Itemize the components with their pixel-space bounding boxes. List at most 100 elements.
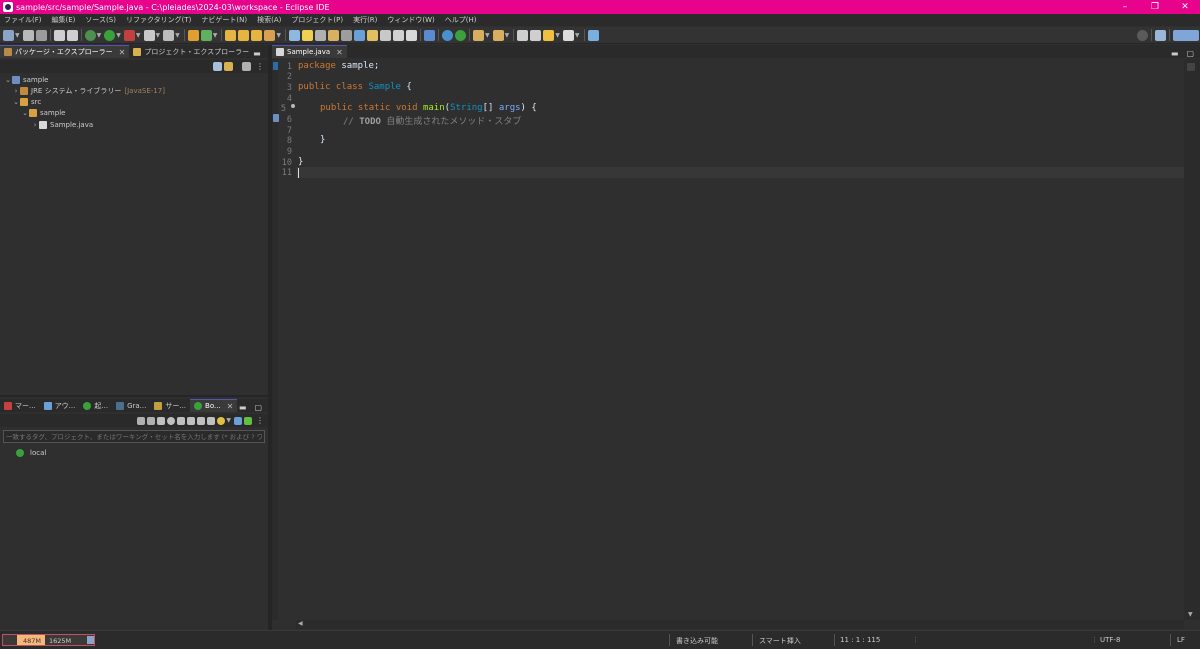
pin-icon[interactable] (393, 29, 404, 41)
last-edit-icon[interactable] (367, 29, 378, 41)
scroll-left-icon[interactable]: ◀ (298, 620, 303, 627)
book-icon[interactable] (406, 29, 417, 41)
menu-window[interactable]: ウィンドウ(W) (383, 15, 440, 25)
redo-icon[interactable] (66, 29, 78, 41)
overview-marker[interactable] (1187, 63, 1195, 71)
vertical-scrollbar[interactable]: ▼ (1184, 59, 1200, 620)
open-type-icon[interactable] (225, 29, 237, 41)
view-menu-icon[interactable]: ⋮ (256, 62, 264, 71)
format-icon[interactable] (380, 29, 391, 41)
open-resource-icon[interactable] (251, 29, 263, 41)
tree-src[interactable]: ⌄ src (12, 97, 41, 107)
forward-icon[interactable] (562, 29, 574, 41)
encoding[interactable]: UTF-8 (1100, 636, 1120, 644)
properties-icon[interactable] (207, 416, 216, 425)
quick-access-icon[interactable] (1137, 29, 1148, 41)
start-icon[interactable] (137, 416, 146, 425)
minimize-view-icon[interactable]: ▬ (1171, 49, 1179, 58)
java-perspective-icon[interactable] (1173, 29, 1199, 41)
close-icon[interactable]: ✕ (119, 48, 126, 57)
tab-project-explorer[interactable]: プロジェクト・エクスプローラー (129, 45, 253, 58)
chevron-down-icon[interactable]: ▼ (136, 32, 141, 39)
tab-launch[interactable]: 起... (79, 399, 112, 412)
maximize-button[interactable]: ❐ (1140, 0, 1170, 14)
next-annotation-icon[interactable] (473, 29, 484, 41)
lightbulb-icon[interactable] (217, 416, 226, 425)
horizontal-scrollbar[interactable]: ◀ (296, 620, 1184, 629)
new-class-icon[interactable] (200, 29, 212, 41)
view-menu-icon[interactable]: ⋮ (256, 416, 264, 425)
chevron-right-icon[interactable]: › (31, 121, 39, 129)
tab-sample-java[interactable]: Sample.java ✕ (272, 45, 347, 58)
pin-editor-icon[interactable] (587, 29, 599, 41)
boot-filter-input[interactable] (3, 430, 265, 443)
open-browser-icon[interactable] (167, 416, 176, 425)
menu-navigate[interactable]: ナビゲート(N) (197, 15, 253, 25)
brush-icon[interactable] (264, 29, 276, 41)
gear-icon[interactable] (442, 29, 453, 41)
link-editor-icon[interactable] (224, 62, 233, 71)
debug-icon[interactable] (84, 29, 96, 41)
menu-edit[interactable]: 編集(E) (48, 15, 82, 25)
tab-boot-dashboard[interactable]: Bo... ✕ (190, 399, 238, 412)
deploy-icon[interactable] (163, 29, 175, 41)
mark-occurrences-icon[interactable] (328, 29, 339, 41)
run-icon[interactable] (104, 29, 116, 41)
menu-file[interactable]: ファイル(F) (0, 15, 48, 25)
chevron-down-icon[interactable]: ▼ (116, 32, 121, 39)
scroll-down-icon[interactable]: ▼ (1188, 611, 1193, 618)
chevron-down-icon[interactable]: ▼ (226, 417, 231, 424)
chevron-down-icon[interactable]: ▼ (505, 32, 510, 39)
collapse-all-icon[interactable] (213, 62, 222, 71)
prev-annotation-icon[interactable] (492, 29, 504, 41)
chevron-down-icon[interactable]: ▼ (575, 32, 580, 39)
chevron-down-icon[interactable]: ▼ (97, 32, 102, 39)
chevron-down-icon[interactable]: ▼ (555, 32, 560, 39)
stop-icon[interactable] (157, 416, 166, 425)
chevron-down-icon[interactable]: ⌄ (4, 76, 12, 84)
highlight-icon[interactable] (302, 29, 313, 41)
open-task-icon[interactable] (238, 29, 250, 41)
chevron-down-icon[interactable]: ⌄ (12, 98, 20, 106)
chevron-down-icon[interactable]: ▼ (175, 32, 180, 39)
tab-gradle[interactable]: Gra... (112, 399, 150, 412)
tree-package[interactable]: ⌄ sample (21, 108, 65, 118)
chevron-down-icon[interactable]: ▼ (213, 32, 218, 39)
chevron-down-icon[interactable]: ▼ (485, 32, 490, 39)
chevron-right-icon[interactable]: › (12, 87, 20, 95)
tree-project-sample[interactable]: ⌄ sample (4, 75, 48, 85)
chevron-down-icon[interactable]: ▼ (15, 32, 20, 39)
forward-edit-icon[interactable] (530, 29, 542, 41)
menu-project[interactable]: プロジェクト(P) (287, 15, 349, 25)
save-icon[interactable] (22, 29, 34, 41)
debug-icon[interactable] (147, 416, 156, 425)
back-icon[interactable] (543, 29, 555, 41)
menu-help[interactable]: ヘルプ(H) (441, 15, 483, 25)
menu-run[interactable]: 実行(R) (349, 15, 383, 25)
undo-icon[interactable] (53, 29, 65, 41)
minimize-view-icon[interactable]: ▬ (253, 49, 261, 58)
chevron-down-icon[interactable]: ▼ (156, 32, 161, 39)
close-button[interactable]: ✕ (1170, 0, 1200, 14)
terminal-icon[interactable] (424, 29, 435, 41)
open-perspective-icon[interactable] (1155, 29, 1166, 41)
maximize-view-icon[interactable]: ▢ (254, 403, 262, 412)
menu-refactor[interactable]: リファクタリング(T) (122, 15, 197, 25)
back-edit-icon[interactable] (517, 29, 529, 41)
server-local[interactable]: local (16, 448, 46, 458)
new-icon[interactable] (3, 29, 14, 41)
tree-jre[interactable]: › JRE システム・ライブラリー [JavaSE-17] (12, 86, 165, 96)
save-all-icon[interactable] (35, 29, 47, 41)
minimize-view-icon[interactable]: ▬ (239, 403, 247, 412)
add-icon[interactable] (244, 416, 252, 425)
refresh-icon[interactable] (187, 416, 196, 425)
maximize-view-icon[interactable]: ▢ (1186, 49, 1194, 58)
tab-package-explorer[interactable]: パッケージ・エクスプローラー ✕ (0, 45, 130, 58)
tab-outline[interactable]: アウ... (40, 399, 80, 412)
search-icon[interactable] (289, 29, 300, 41)
edit-icon[interactable] (197, 416, 206, 425)
block-selection-icon[interactable] (341, 29, 352, 41)
external-tools-icon[interactable] (123, 29, 135, 41)
gc-trash-icon[interactable] (87, 636, 94, 644)
fold-toggle-icon[interactable] (291, 104, 295, 108)
